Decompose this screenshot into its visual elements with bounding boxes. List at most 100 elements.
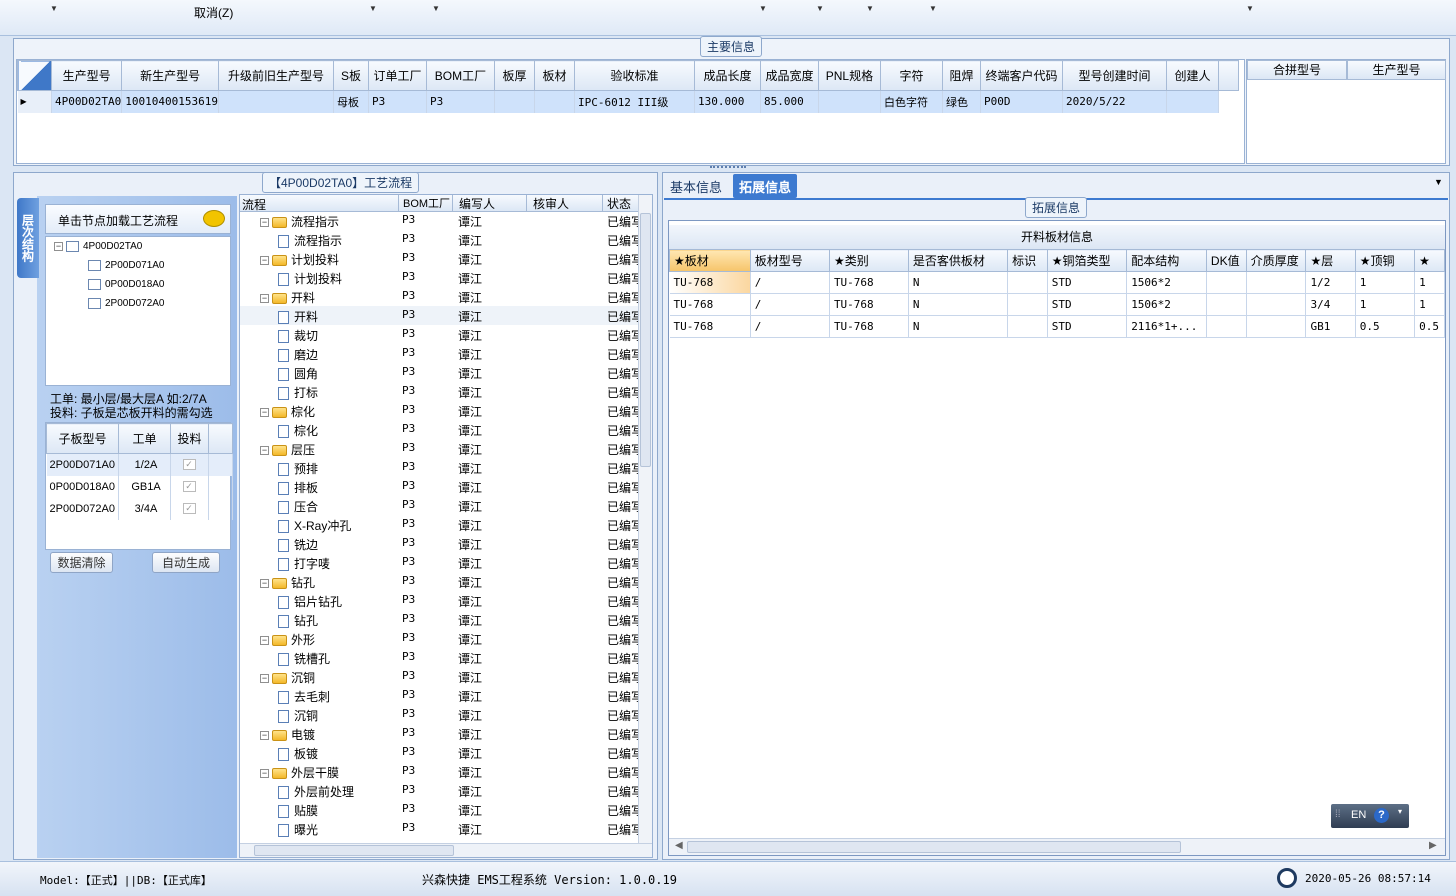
column-header[interactable]: 新生产型号 — [121, 60, 219, 91]
cell[interactable]: 1506*2 — [1126, 271, 1207, 294]
table-row[interactable]: TU-768/TU-768 N STD 1506*2 3/4 1 1 — [669, 293, 1445, 316]
cell[interactable]: 1 — [1355, 293, 1416, 316]
collapse-icon[interactable]: − — [260, 446, 269, 456]
process-step-row[interactable]: 计划投料 P3 谭江 已编写 — [240, 268, 638, 287]
cell[interactable]: / — [750, 315, 830, 338]
collapse-icon[interactable]: − — [260, 636, 269, 646]
cell[interactable]: / — [750, 293, 830, 316]
collapse-icon[interactable]: − — [260, 731, 269, 741]
process-step-row[interactable]: X-Ray冲孔 P3 谭江 已编写 — [240, 515, 638, 534]
table-row[interactable]: 2P00D072A0 3/4A ✓ — [46, 497, 233, 520]
column-header[interactable]: 终端客户代码 — [979, 60, 1063, 91]
column-header[interactable]: ★板材 — [669, 249, 751, 272]
cell[interactable]: STD — [1047, 293, 1128, 316]
process-group-row[interactable]: − 层压 P3 谭江 已编写 — [240, 439, 638, 458]
dropdown-arrow-icon[interactable]: ▼ — [432, 4, 440, 13]
table-row[interactable]: ▶ 4P00D02TA0 10010400153619 母板 P3 P3 IPC-6012 … — [17, 90, 1239, 113]
collapse-icon[interactable]: − — [260, 408, 269, 418]
cancel-menu-item[interactable]: 取消(Z) — [194, 4, 233, 21]
help-icon[interactable]: ? — [1374, 808, 1389, 823]
scroll-right-icon[interactable]: ▶ — [1429, 840, 1437, 851]
collapse-icon[interactable]: − — [260, 256, 269, 266]
process-group-row[interactable]: − 外形 P3 谭江 已编写 — [240, 629, 638, 648]
cell[interactable] — [1206, 271, 1247, 294]
cell[interactable]: 0.5 — [1414, 315, 1445, 338]
column-header[interactable]: 创建人 — [1165, 60, 1219, 91]
cell[interactable]: 0.5 — [1355, 315, 1416, 338]
cell[interactable] — [1007, 271, 1048, 294]
process-step-row[interactable]: 铣槽孔 P3 谭江 已编写 — [240, 648, 638, 667]
process-step-row[interactable]: 钻孔 P3 谭江 已编写 — [240, 610, 638, 629]
process-group-row[interactable]: − 棕化 P3 谭江 已编写 — [240, 401, 638, 420]
collapse-icon[interactable]: − — [260, 674, 269, 684]
cell[interactable]: TU-768 — [829, 271, 909, 294]
dropdown-arrow-icon[interactable]: ▼ — [50, 4, 58, 13]
scroll-thumb[interactable] — [687, 841, 1181, 853]
cell[interactable]: 1 — [1414, 271, 1445, 294]
process-step-row[interactable]: 板镀 P3 谭江 已编写 — [240, 743, 638, 762]
collapse-icon[interactable]: − — [54, 242, 63, 251]
column-header[interactable]: ★铜箔类型 — [1046, 249, 1128, 272]
column-header[interactable]: 成品长度 — [693, 60, 761, 91]
cell[interactable]: N — [908, 315, 1009, 338]
tree-node[interactable]: 0P00D018A0 — [88, 279, 165, 290]
column-header[interactable]: BOM工厂 — [425, 60, 495, 91]
process-step-row[interactable]: 去毛刺 P3 谭江 已编写 — [240, 686, 638, 705]
collapse-icon[interactable]: − — [260, 218, 269, 228]
cell[interactable]: TU-768 — [829, 293, 909, 316]
cell[interactable]: N — [908, 293, 1009, 316]
checkbox[interactable]: ✓ — [182, 503, 196, 515]
horizontal-scrollbar[interactable] — [240, 843, 652, 857]
process-step-row[interactable]: 曝光 P3 谭江 已编写 — [240, 819, 638, 838]
tree-root[interactable]: −4P00D02TA0 — [54, 241, 142, 252]
cell[interactable]: TU-768 — [669, 293, 751, 316]
process-step-row[interactable]: 裁切 P3 谭江 已编写 — [240, 325, 638, 344]
column-header[interactable]: 板材 — [533, 60, 575, 91]
cell[interactable]: 1 — [1414, 293, 1445, 316]
column-header[interactable]: 板材型号 — [749, 249, 830, 272]
checkbox[interactable]: ✓ — [182, 481, 196, 493]
cell[interactable]: / — [750, 271, 830, 294]
column-header[interactable]: 板厚 — [493, 60, 535, 91]
table-row[interactable]: TU-768/TU-768 N STD 1506*2 1/2 1 1 — [669, 271, 1445, 294]
tab-basic-info[interactable]: 基本信息 — [664, 174, 728, 198]
column-header[interactable]: 字符 — [879, 60, 943, 91]
checkbox[interactable]: ✓ — [182, 459, 196, 471]
auto-generate-button[interactable]: 自动生成 — [152, 552, 220, 573]
process-step-row[interactable]: 贴膜 P3 谭江 已编写 — [240, 800, 638, 819]
column-header[interactable]: 介质厚度 — [1245, 249, 1307, 272]
cell[interactable]: TU-768 — [829, 315, 909, 338]
column-header[interactable]: 阻焊 — [941, 60, 981, 91]
collapse-icon[interactable]: − — [260, 579, 269, 589]
column-header[interactable]: 验收标准 — [573, 60, 695, 91]
clear-data-button[interactable]: 数据清除 — [50, 552, 113, 573]
scroll-thumb[interactable] — [254, 845, 454, 856]
cell[interactable] — [1206, 293, 1247, 316]
tab-dropdown-icon[interactable]: ▼ — [1434, 177, 1443, 187]
cell[interactable]: 2116*1+... — [1126, 315, 1207, 338]
process-group-row[interactable]: − 流程指示 P3 谭江 已编写 — [240, 211, 638, 230]
table-row[interactable]: 2P00D071A0 1/2A ✓ — [46, 453, 233, 476]
cell[interactable]: 3/4 — [1305, 293, 1356, 316]
process-group-row[interactable]: − 计划投料 P3 谭江 已编写 — [240, 249, 638, 268]
column-header[interactable]: 型号创建时间 — [1061, 60, 1167, 91]
process-group-row[interactable]: − 开料 P3 谭江 已编写 — [240, 287, 638, 306]
ime-toolbar[interactable]: ⁞⁞ EN ? ▾ — [1331, 804, 1409, 828]
process-step-row[interactable]: 打标 P3 谭江 已编写 — [240, 382, 638, 401]
splitter-handle[interactable] — [710, 166, 746, 170]
column-header[interactable]: S板 — [332, 60, 369, 91]
cell[interactable] — [1246, 271, 1307, 294]
dropdown-arrow-icon[interactable]: ▼ — [1246, 4, 1254, 13]
scroll-left-icon[interactable]: ◀ — [675, 840, 683, 851]
vertical-scrollbar[interactable] — [638, 195, 652, 843]
process-step-row[interactable]: 压合 P3 谭江 已编写 — [240, 496, 638, 515]
side-tab-structure[interactable]: 层次结构 — [17, 198, 39, 278]
ime-options-icon[interactable]: ▾ — [1398, 807, 1402, 816]
cell[interactable]: GB1 — [1305, 315, 1356, 338]
column-header[interactable]: 升级前旧生产型号 — [217, 60, 334, 91]
column-header[interactable]: ★ — [1414, 249, 1445, 272]
column-header[interactable]: ★类别 — [828, 249, 909, 272]
process-step-row[interactable]: 外层前处理 P3 谭江 已编写 — [240, 781, 638, 800]
process-step-row[interactable]: 磨边 P3 谭江 已编写 — [240, 344, 638, 363]
table-row[interactable]: TU-768/TU-768 N STD 2116*1+... GB1 0.5 0.5 — [669, 315, 1445, 338]
